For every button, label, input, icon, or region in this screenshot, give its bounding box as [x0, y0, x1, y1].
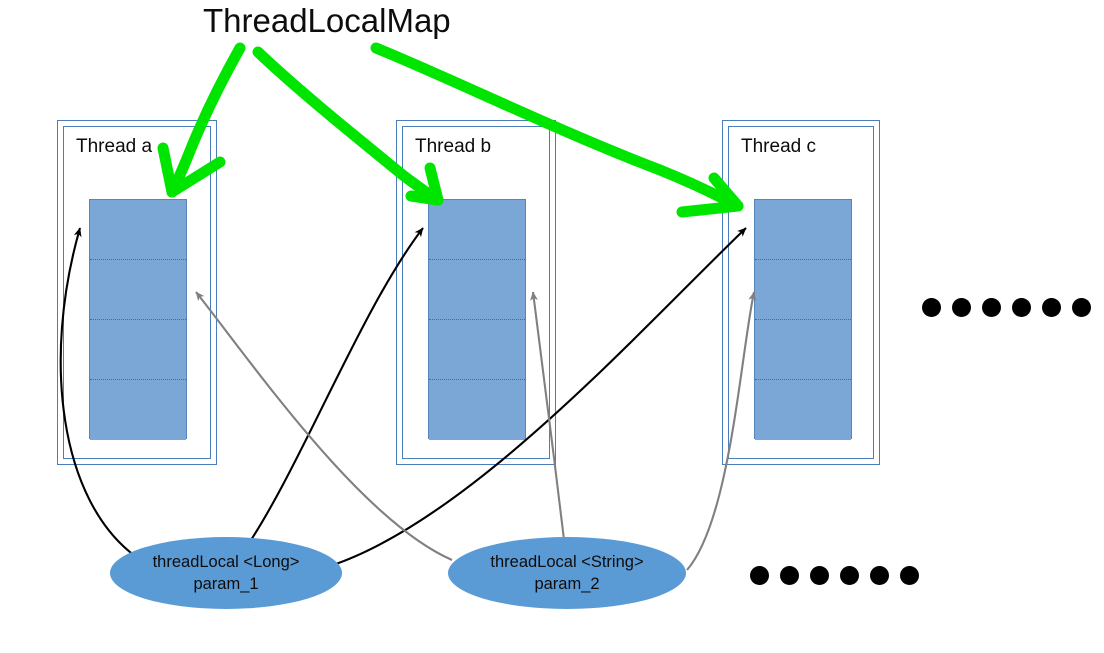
map-cell — [429, 260, 525, 320]
map-cell — [90, 320, 186, 380]
thread-box-c: Thread c — [722, 120, 880, 465]
threadlocal-param1-name: param_1 — [193, 575, 259, 593]
threadlocal-param2-type: threadLocal <String> — [490, 553, 644, 571]
map-cell — [90, 260, 186, 320]
ellipsis-dot — [1012, 298, 1031, 317]
ellipsis-dot — [922, 298, 941, 317]
map-cell — [755, 320, 851, 380]
map-cell — [429, 380, 525, 440]
thread-box-a: Thread a — [57, 120, 217, 465]
ellipsis-dot — [900, 566, 919, 585]
ellipsis-dot — [870, 566, 889, 585]
diagram-canvas: ThreadLocalMap Thread a Thread b Thread … — [0, 0, 1104, 653]
more-threads-ellipsis — [922, 298, 1091, 317]
map-cell — [755, 200, 851, 260]
thread-a-label: Thread a — [76, 136, 153, 157]
ellipsis-dot — [982, 298, 1001, 317]
map-cell — [429, 320, 525, 380]
ellipsis-dot — [840, 566, 859, 585]
map-cell — [755, 260, 851, 320]
ellipsis-dot — [1072, 298, 1091, 317]
ellipsis-dot — [1042, 298, 1061, 317]
more-threadlocals-ellipsis — [750, 566, 919, 585]
ellipsis-dot — [810, 566, 829, 585]
ellipsis-dot — [780, 566, 799, 585]
threadlocal-param2-node[interactable]: threadLocal <String> param_2 — [448, 537, 686, 609]
ellipsis-dot — [750, 566, 769, 585]
thread-b-map-table — [428, 199, 526, 440]
threadlocal-param1-type: threadLocal <Long> — [152, 553, 300, 571]
thread-a-map-table — [89, 199, 187, 440]
map-cell — [429, 200, 525, 260]
page-title: ThreadLocalMap — [203, 2, 451, 39]
map-cell — [755, 380, 851, 440]
ellipsis-dot — [952, 298, 971, 317]
threadlocal-param2-name: param_2 — [534, 575, 600, 593]
thread-c-label: Thread c — [741, 136, 816, 157]
thread-c-map-table — [754, 199, 852, 440]
thread-box-b: Thread b — [396, 120, 556, 465]
threadlocal-param1-node[interactable]: threadLocal <Long> param_1 — [110, 537, 342, 609]
map-cell — [90, 200, 186, 260]
thread-b-label: Thread b — [415, 136, 492, 157]
map-cell — [90, 380, 186, 440]
